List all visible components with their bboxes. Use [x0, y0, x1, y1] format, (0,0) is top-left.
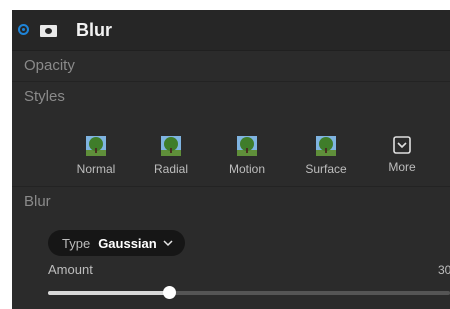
blur-panel: Blur Opacity Styles Normal Radial Motion… — [12, 10, 450, 309]
style-label: Radial — [153, 162, 189, 176]
style-label: Surface — [305, 162, 347, 176]
chevron-down-box-icon — [393, 136, 411, 154]
tree-thumbnail-icon — [237, 136, 257, 156]
style-radial[interactable]: Radial — [141, 136, 201, 176]
style-label: More — [388, 160, 416, 174]
chevron-down-icon — [163, 240, 173, 247]
tree-thumbnail-icon — [316, 136, 336, 156]
blur-type-dropdown[interactable]: Type Gaussian — [48, 230, 185, 256]
style-surface[interactable]: Surface — [296, 136, 356, 176]
tree-thumbnail-icon — [161, 136, 181, 156]
styles-label: Styles — [24, 88, 65, 105]
panel-title: Blur — [76, 20, 112, 40]
amount-label: Amount — [48, 262, 93, 277]
style-normal[interactable]: Normal — [66, 136, 126, 176]
tree-thumbnail-icon — [86, 136, 106, 156]
style-more[interactable]: More — [372, 136, 432, 174]
style-label: Motion — [228, 162, 266, 176]
panel-header[interactable]: Blur — [12, 10, 450, 51]
blur-section-label: Blur — [24, 193, 51, 210]
amount-slider-thumb[interactable] — [163, 286, 176, 299]
enable-radio[interactable] — [18, 24, 29, 35]
opacity-section[interactable]: Opacity — [12, 51, 450, 82]
style-label: Normal — [76, 162, 116, 176]
amount-value: 30 — [438, 263, 450, 277]
style-motion[interactable]: Motion — [217, 136, 277, 176]
type-value: Gaussian — [98, 235, 157, 251]
type-label: Type — [62, 235, 91, 251]
amount-slider-fill — [48, 291, 169, 295]
amount-slider[interactable] — [48, 286, 450, 299]
opacity-label: Opacity — [24, 57, 75, 74]
mask-icon[interactable] — [40, 25, 57, 37]
